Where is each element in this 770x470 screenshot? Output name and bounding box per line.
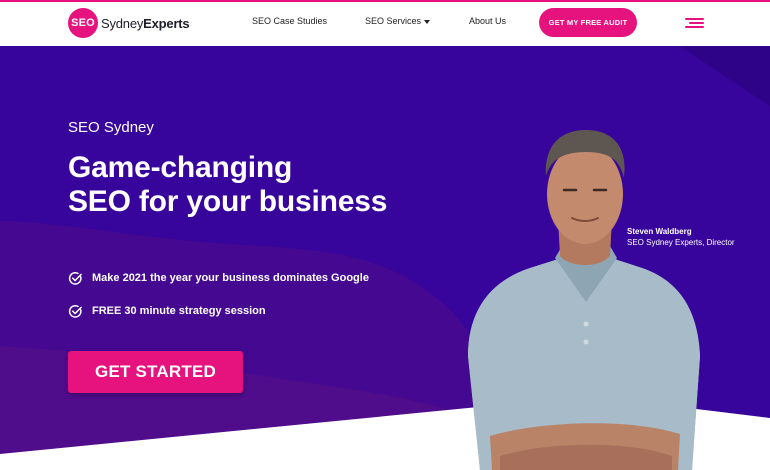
hero-section: SEO Sydney Game-changing SEO for your bu… — [0, 46, 770, 470]
nav-label: SEO Case Studies — [252, 16, 328, 26]
logo-wordmark: SydneyExperts — [101, 15, 190, 31]
check-circle-icon — [68, 304, 82, 318]
bullet-text: FREE 30 minute strategy session — [92, 305, 266, 317]
hero-headline: Game-changing SEO for your business — [68, 151, 387, 219]
bullet-text: Make 2021 the year your business dominat… — [92, 272, 369, 284]
get-started-button[interactable]: GET STARTED — [68, 351, 243, 393]
nav-label: SEO Services — [365, 16, 422, 26]
director-name: Steven Waldberg — [627, 227, 692, 236]
logo-badge: SEO — [68, 8, 98, 38]
logo-name-regular: Sydney — [101, 15, 144, 31]
director-role: SEO Sydney Experts, Director — [627, 238, 735, 247]
bullet-item: Make 2021 the year your business dominat… — [68, 270, 369, 286]
hero-kicker: SEO Sydney — [68, 119, 154, 136]
director-caption: Steven Waldberg SEO Sydney Experts, Dire… — [627, 226, 735, 248]
hamburger-icon[interactable] — [685, 18, 704, 29]
free-audit-button[interactable]: GET MY FREE AUDIT — [539, 8, 637, 37]
nav-about-us[interactable]: About Us — [469, 16, 506, 26]
nav-seo-services[interactable]: SEO Services — [365, 16, 431, 26]
director-photo — [468, 130, 700, 470]
logo-name-bold: Experts — [143, 15, 190, 31]
nav-label: About Us — [469, 16, 507, 26]
nav-seo-case-studies[interactable]: SEO Case Studies — [252, 16, 327, 26]
chevron-down-icon — [424, 19, 431, 24]
headline-line-2: SEO for your business — [68, 185, 388, 218]
check-circle-icon — [68, 271, 82, 285]
site-logo[interactable]: SEO SydneyExperts — [68, 8, 190, 38]
bullet-item: FREE 30 minute strategy session — [68, 303, 266, 319]
site-header: SEO SydneyExperts SEO Case Studies SEO S… — [0, 2, 770, 46]
headline-line-1: Game-changing — [68, 151, 293, 184]
